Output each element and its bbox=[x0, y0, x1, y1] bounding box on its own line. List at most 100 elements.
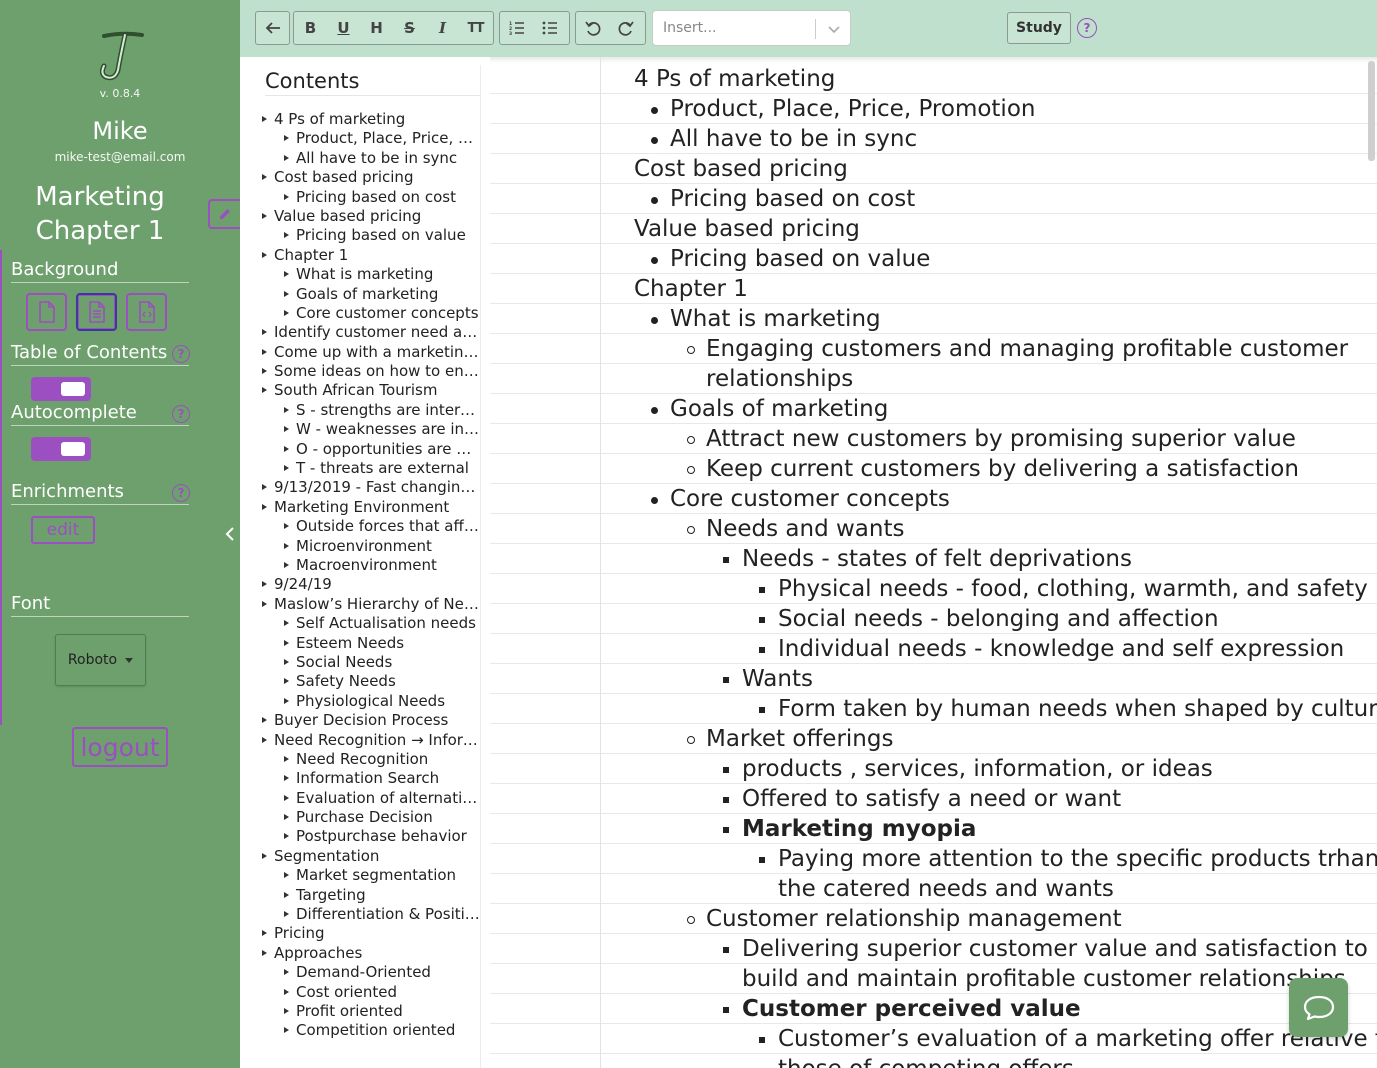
note-line[interactable]: Physical needs - food, clothing, warmth,… bbox=[634, 574, 1368, 604]
note-line[interactable]: All have to be in sync bbox=[634, 124, 1364, 154]
toc-item[interactable]: Evaluation of alternatives bbox=[262, 789, 480, 808]
toc-item[interactable]: Profit oriented bbox=[262, 1002, 480, 1021]
note-line[interactable]: Customer relationship management bbox=[634, 904, 1364, 934]
underline-button[interactable]: U bbox=[327, 12, 360, 44]
toc-item[interactable]: Market segmentation bbox=[262, 866, 480, 885]
note-line[interactable]: What is marketing bbox=[634, 304, 1364, 334]
note-line[interactable]: Engaging customers and managing profitab… bbox=[634, 334, 1364, 364]
note-line[interactable]: Paying more attention to the specific pr… bbox=[634, 844, 1377, 874]
toc-item[interactable]: Buyer Decision Process bbox=[262, 711, 480, 730]
heading-button[interactable]: H bbox=[360, 12, 393, 44]
toc-item[interactable]: Purchase Decision bbox=[262, 808, 480, 827]
note-line[interactable]: Product, Place, Price, Promotion bbox=[634, 94, 1364, 124]
toc-item[interactable]: Microenvironment bbox=[262, 537, 480, 556]
toc-item[interactable]: Cost oriented bbox=[262, 983, 480, 1002]
enrichments-help-icon[interactable]: ? bbox=[172, 484, 190, 502]
edit-title-button[interactable] bbox=[208, 199, 240, 229]
back-button[interactable] bbox=[256, 12, 289, 44]
collapse-sidebar-button[interactable] bbox=[222, 524, 238, 544]
toc-item[interactable]: Self Actualisation needs bbox=[262, 614, 480, 633]
note-line[interactable]: Marketing myopia bbox=[634, 814, 1364, 844]
toc-item[interactable]: T - threats are external bbox=[262, 459, 480, 478]
toc-item[interactable]: What is marketing bbox=[262, 265, 480, 284]
bullet-list-button[interactable] bbox=[533, 12, 566, 44]
note-line[interactable]: Form taken by human needs when shaped by… bbox=[634, 694, 1377, 724]
note-line[interactable]: Pricing based on value bbox=[634, 244, 1364, 274]
note-line[interactable]: Needs - states of felt deprivations bbox=[634, 544, 1364, 574]
toc-item[interactable]: South African Tourism bbox=[262, 381, 480, 400]
toc-item[interactable]: Postpurchase behavior bbox=[262, 827, 480, 846]
logout-button[interactable]: logout bbox=[72, 727, 168, 767]
autocomplete-help-icon[interactable]: ? bbox=[172, 405, 190, 423]
toc-item[interactable]: Demand-Oriented bbox=[262, 963, 480, 982]
toc-item[interactable]: Value based pricing bbox=[262, 207, 480, 226]
background-lined-button[interactable] bbox=[76, 293, 117, 331]
toc-item[interactable]: Core customer concepts bbox=[262, 304, 480, 323]
chat-button[interactable] bbox=[1289, 978, 1348, 1037]
text-size-button[interactable]: TT bbox=[459, 12, 492, 44]
toc-item[interactable]: S - strengths are internal bbox=[262, 401, 480, 420]
toc-item[interactable]: Approaches bbox=[262, 944, 480, 963]
enrichments-edit-button[interactable]: edit bbox=[31, 516, 95, 544]
redo-button[interactable] bbox=[609, 12, 642, 44]
note-line[interactable]: the catered needs and wants bbox=[634, 874, 1364, 904]
insert-select[interactable]: Insert... bbox=[652, 10, 851, 46]
note-line[interactable]: Chapter 1 bbox=[634, 274, 1364, 304]
toc-item[interactable]: Outside forces that affect bbox=[262, 517, 480, 536]
toc-item[interactable]: Physiological Needs bbox=[262, 692, 480, 711]
toc-toggle[interactable] bbox=[31, 377, 91, 401]
note-line[interactable]: Attract new customers by promising super… bbox=[634, 424, 1364, 454]
background-code-button[interactable] bbox=[126, 293, 167, 331]
note-line[interactable]: Customer’s evaluation of a marketing off… bbox=[634, 1024, 1377, 1054]
toc-item[interactable]: W - weaknesses are internal bbox=[262, 420, 480, 439]
note-line[interactable]: relationships bbox=[634, 364, 1364, 394]
toc-item[interactable]: All have to be in sync bbox=[262, 149, 480, 168]
toc-item[interactable]: Social Needs bbox=[262, 653, 480, 672]
toc-item[interactable]: Maslow’s Hierarchy of Needs bbox=[262, 595, 480, 614]
note-line[interactable]: Value based pricing bbox=[634, 214, 1364, 244]
toc-item[interactable]: O - opportunities are external bbox=[262, 440, 480, 459]
toc-item[interactable]: Pricing based on value bbox=[262, 226, 480, 245]
toc-item[interactable]: Marketing Environment bbox=[262, 498, 480, 517]
toc-item[interactable]: Goals of marketing bbox=[262, 285, 480, 304]
note-line[interactable]: Offered to satisfy a need or want bbox=[634, 784, 1364, 814]
toc-item[interactable]: Macroenvironment bbox=[262, 556, 480, 575]
toc-item[interactable]: Segmentation bbox=[262, 847, 480, 866]
toc-item[interactable]: Esteem Needs bbox=[262, 634, 480, 653]
italic-button[interactable]: I bbox=[426, 12, 459, 44]
note-line[interactable]: Goals of marketing bbox=[634, 394, 1364, 424]
toc-help-icon[interactable]: ? bbox=[172, 345, 190, 363]
toc-item[interactable]: Come up with a marketing strategy bbox=[262, 343, 480, 362]
note-line[interactable]: Market offerings bbox=[634, 724, 1364, 754]
toc-item[interactable]: 4 Ps of marketing bbox=[262, 110, 480, 129]
toc-item[interactable]: Need Recognition → Information bbox=[262, 731, 480, 750]
toc-item[interactable]: Pricing bbox=[262, 924, 480, 943]
study-button[interactable]: Study bbox=[1007, 12, 1071, 44]
note-line[interactable]: build and maintain profitable customer r… bbox=[634, 964, 1364, 994]
autocomplete-toggle[interactable] bbox=[31, 437, 91, 461]
note-line[interactable]: Social needs - belonging and affection bbox=[634, 604, 1364, 634]
toc-item[interactable]: Need Recognition bbox=[262, 750, 480, 769]
note-line[interactable]: Needs and wants bbox=[634, 514, 1364, 544]
note-line[interactable]: products , services, information, or ide… bbox=[634, 754, 1364, 784]
toc-item[interactable]: Information Search bbox=[262, 769, 480, 788]
background-blank-button[interactable] bbox=[26, 293, 67, 331]
toolbar-help-icon[interactable]: ? bbox=[1077, 18, 1097, 38]
editor-scrollbar[interactable] bbox=[1368, 61, 1375, 161]
toc-item[interactable]: Cost based pricing bbox=[262, 168, 480, 187]
note-editor[interactable]: 4 Ps of marketing Product, Place, Price, … bbox=[490, 57, 1377, 1068]
toc-item[interactable]: 9/13/2019 - Fast changing world bbox=[262, 478, 480, 497]
note-line[interactable]: Keep current customers by delivering a s… bbox=[634, 454, 1364, 484]
toc-item[interactable]: Identify customer need and wants bbox=[262, 323, 480, 342]
toc-item[interactable]: Differentiation & Positioning bbox=[262, 905, 480, 924]
ordered-list-button[interactable]: 123 bbox=[500, 12, 533, 44]
bold-button[interactable]: B bbox=[294, 12, 327, 44]
toc-item[interactable]: Safety Needs bbox=[262, 672, 480, 691]
toc-item[interactable]: Targeting bbox=[262, 886, 480, 905]
toc-item[interactable]: Chapter 1 bbox=[262, 246, 480, 265]
note-line[interactable]: 4 Ps of marketing bbox=[634, 64, 1364, 94]
strikethrough-button[interactable]: S bbox=[393, 12, 426, 44]
note-line[interactable]: Pricing based on cost bbox=[634, 184, 1364, 214]
note-line[interactable]: Wants bbox=[634, 664, 1364, 694]
font-select[interactable]: Roboto bbox=[55, 634, 146, 686]
